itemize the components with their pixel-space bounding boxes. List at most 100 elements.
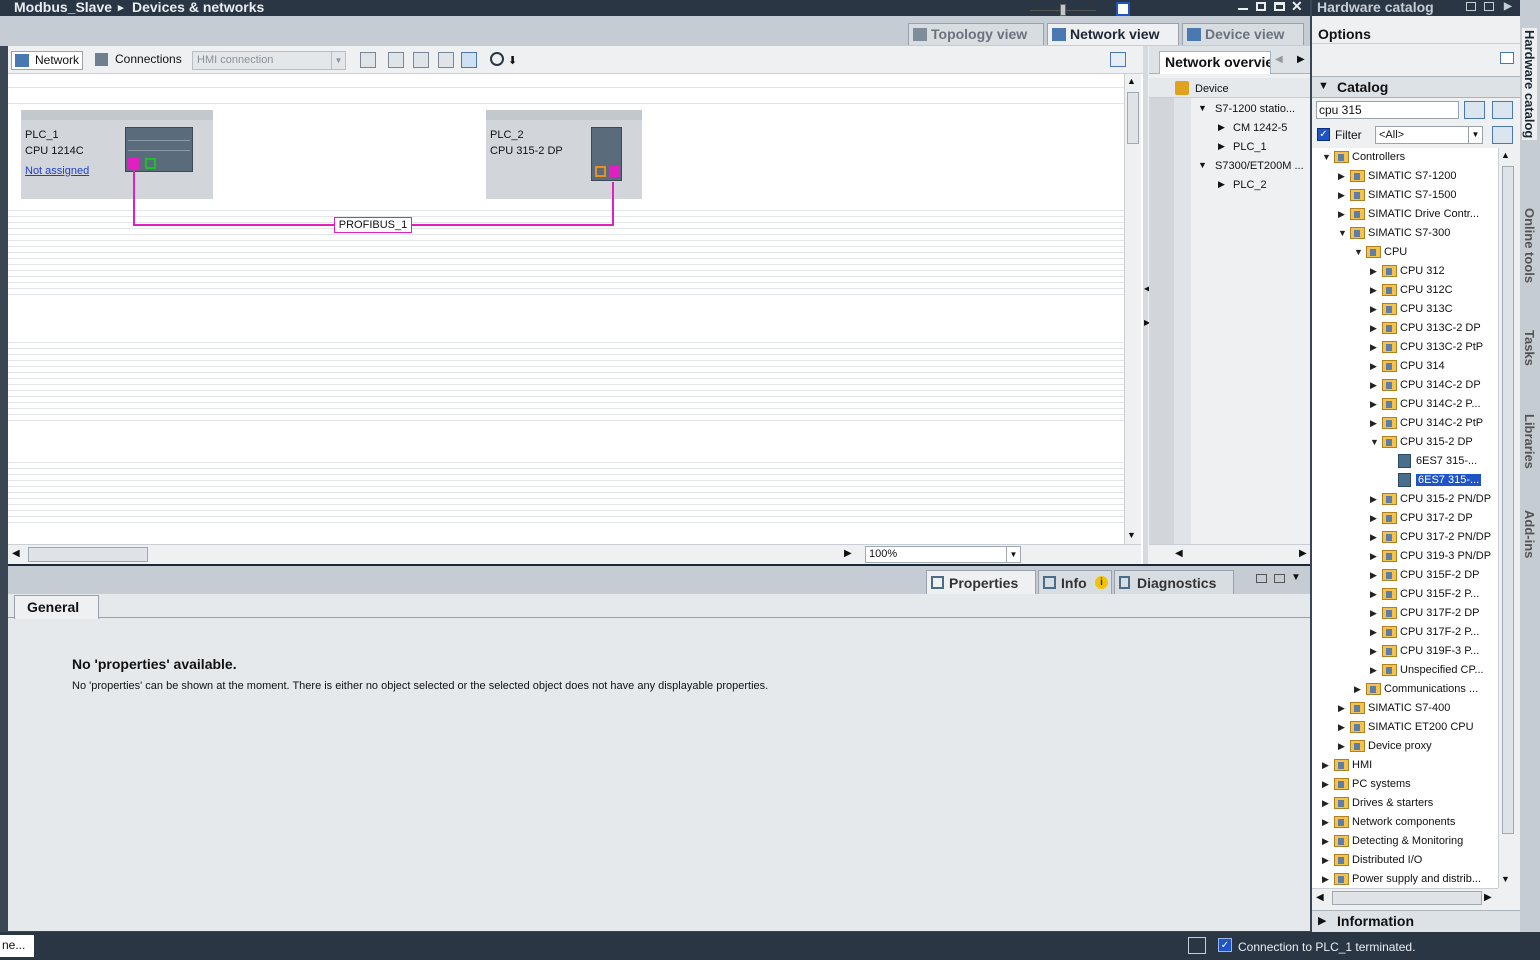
status-log-icon[interactable] xyxy=(1188,937,1206,954)
sidetab-libraries[interactable]: Libraries xyxy=(1522,414,1537,469)
catalog-tree-item[interactable]: ▶ SIMATIC ET200 CPU xyxy=(1312,718,1498,737)
tab-properties[interactable]: Properties xyxy=(926,570,1036,594)
catalog-tree-item[interactable]: ▶ CPU 317-2 PN/DP xyxy=(1312,528,1498,547)
caret-right-icon[interactable]: ▶ xyxy=(1322,874,1329,885)
tab-network-view[interactable]: Network view xyxy=(1047,23,1179,45)
caret-down-icon[interactable]: ▼ xyxy=(1322,152,1331,162)
caret-right-icon[interactable]: ▶ xyxy=(1370,399,1377,410)
page-break-icon[interactable] xyxy=(413,52,429,68)
catalog-tree-item[interactable]: ▼ CPU 315-2 DP xyxy=(1312,433,1498,452)
device-plc-2[interactable]: PLC_2 CPU 315-2 DP xyxy=(486,110,642,199)
caret-right-icon[interactable]: ▶ xyxy=(1370,380,1377,391)
catalog-hscroll[interactable]: ◀ ▶ xyxy=(1312,888,1498,908)
catalog-tree-item[interactable]: ▼ SIMATIC S7-300 xyxy=(1312,224,1498,243)
caret-right-icon[interactable]: ▶ xyxy=(1322,798,1329,809)
grid-icon[interactable] xyxy=(438,52,454,68)
horizontal-scroll-thumb[interactable] xyxy=(1332,891,1482,905)
catalog-tree-item[interactable]: ▶ CPU 314C-2 P... xyxy=(1312,395,1498,414)
caret-right-icon[interactable]: ▶ xyxy=(1370,608,1377,619)
catalog-tree-item[interactable]: ▶ Communications ... xyxy=(1312,680,1498,699)
caret-down-icon[interactable]: ▼ xyxy=(1354,247,1363,257)
catalog-tree-item[interactable]: ▶ CPU 317F-2 DP xyxy=(1312,604,1498,623)
catalog-tree-item[interactable]: ▶ CPU 319-3 PN/DP xyxy=(1312,547,1498,566)
horizontal-scroll-thumb[interactable] xyxy=(28,547,148,562)
catalog-tree-item[interactable]: ▼ CPU xyxy=(1312,243,1498,262)
caret-right-icon[interactable]: ▶ xyxy=(1370,342,1377,353)
catalog-tree-item[interactable]: ▶ CPU 319F-3 P... xyxy=(1312,642,1498,661)
overview-row[interactable]: ▶ PLC_2 xyxy=(1149,176,1310,195)
scroll-down-icon[interactable]: ▼ xyxy=(1127,530,1136,540)
search-up-icon[interactable] xyxy=(1492,101,1513,119)
minimize-icon[interactable] xyxy=(1238,8,1248,10)
maximize-icon[interactable] xyxy=(1274,2,1285,11)
catalog-tree-item[interactable]: ▶ SIMATIC S7-1500 xyxy=(1312,186,1498,205)
catalog-tree-item[interactable]: 6ES7 315-... xyxy=(1312,471,1498,490)
caret-right-icon[interactable]: ▶ xyxy=(1322,817,1329,828)
caret-right-icon[interactable]: ▶ xyxy=(1370,646,1377,657)
scroll-left-icon[interactable]: ◀ xyxy=(1175,548,1183,559)
catalog-tree-item[interactable]: ▶ CPU 314C-2 DP xyxy=(1312,376,1498,395)
caret-right-icon[interactable]: ▶ xyxy=(1370,361,1377,372)
scroll-right-icon[interactable]: ▶ xyxy=(844,548,852,559)
catalog-section-header[interactable]: ▼ Catalog xyxy=(1312,76,1520,98)
catalog-tree-item[interactable]: ▶ CPU 313C xyxy=(1312,300,1498,319)
caret-right-icon[interactable]: ▶ xyxy=(1370,532,1377,543)
catalog-vscroll[interactable]: ▲ ▼ xyxy=(1498,148,1516,888)
caret-right-icon[interactable]: ▶ xyxy=(1338,209,1345,220)
catalog-tree-item[interactable]: ▶ SIMATIC S7-1200 xyxy=(1312,167,1498,186)
float-icon[interactable] xyxy=(1256,574,1267,583)
caret-right-icon[interactable]: ▶ xyxy=(1354,684,1361,695)
filter-select[interactable]: <All> ▼ xyxy=(1375,126,1483,144)
sidetab-hardware-catalog[interactable]: Hardware catalog xyxy=(1522,28,1537,141)
catalog-tree-item[interactable]: ▶ CPU 315F-2 DP xyxy=(1312,566,1498,585)
device-plc-1[interactable]: PLC_1 CPU 1214C Not assigned xyxy=(21,110,213,199)
caret-right-icon[interactable]: ▶ xyxy=(1370,570,1377,581)
catalog-search-input[interactable]: cpu 315 xyxy=(1316,101,1459,119)
overview-row[interactable]: ▶ CM 1242-5 xyxy=(1149,119,1310,138)
catalog-tree-item[interactable]: ▶ CPU 313C-2 PtP xyxy=(1312,338,1498,357)
portal-view-button[interactable]: ne... xyxy=(0,935,34,957)
mpi-port-icon[interactable] xyxy=(595,166,606,177)
caret-right-icon[interactable]: ▶ xyxy=(1370,304,1377,315)
tab-device-view[interactable]: Device view xyxy=(1182,23,1304,45)
scroll-right-icon[interactable]: ▶ xyxy=(1484,892,1492,903)
caret-right-icon[interactable]: ▶ xyxy=(1370,285,1377,296)
caret-right-icon[interactable]: ▶ xyxy=(1322,760,1329,771)
scroll-up-icon[interactable]: ▲ xyxy=(1501,150,1510,160)
network-canvas[interactable]: PLC_1 CPU 1214C Not assigned PLC_2 CPU 3… xyxy=(8,74,1124,544)
catalog-options-icon[interactable] xyxy=(1492,126,1513,144)
catalog-tree-item[interactable]: ▶ CPU 315-2 PN/DP xyxy=(1312,490,1498,509)
connections-button[interactable]: Connections xyxy=(93,51,188,70)
canvas-vertical-scrollbar[interactable]: ▲ ▼ xyxy=(1124,74,1141,544)
tab-scroll-right-icon[interactable]: ▶ xyxy=(1297,54,1305,65)
catalog-tree-item[interactable]: ▶ Drives & starters xyxy=(1312,794,1498,813)
filter-checkbox[interactable]: ✓ xyxy=(1317,128,1330,141)
sidetab-tasks[interactable]: Tasks xyxy=(1522,330,1537,366)
caret-down-icon[interactable]: ▼ xyxy=(1338,228,1347,238)
tab-general[interactable]: General xyxy=(14,595,99,619)
catalog-tree-item[interactable]: ▶ SIMATIC Drive Contr... xyxy=(1312,205,1498,224)
caret-right-icon[interactable]: ▶ xyxy=(1370,665,1377,676)
tab-scroll-left-icon[interactable]: ◀ xyxy=(1275,54,1283,65)
scroll-left-icon[interactable]: ◀ xyxy=(1316,892,1324,903)
overview-row[interactable]: ▶ PLC_1 xyxy=(1149,138,1310,157)
overview-toggle-icon[interactable] xyxy=(1110,52,1126,67)
caret-right-icon[interactable]: ▶ xyxy=(1322,779,1329,790)
panel-toggle-icon[interactable] xyxy=(1500,52,1514,64)
caret-right-icon[interactable]: ▶ xyxy=(1322,836,1329,847)
scroll-thumb[interactable] xyxy=(1502,166,1514,834)
catalog-tree-item[interactable]: ▶ SIMATIC S7-400 xyxy=(1312,699,1498,718)
catalog-tree-item[interactable]: 6ES7 315-... xyxy=(1312,452,1498,471)
device-column-header[interactable]: Device xyxy=(1195,83,1229,95)
catalog-tree-item[interactable]: ▶ CPU 315F-2 P... xyxy=(1312,585,1498,604)
scroll-up-icon[interactable]: ▲ xyxy=(1127,76,1136,86)
caret-right-icon[interactable]: ▶ xyxy=(1338,741,1345,752)
catalog-tree-item[interactable]: ▶ Unspecified CP... xyxy=(1312,661,1498,680)
ethernet-port-icon[interactable] xyxy=(145,158,156,169)
scroll-thumb[interactable] xyxy=(1127,92,1139,144)
not-assigned-link[interactable]: Not assigned xyxy=(25,165,89,177)
profibus-label[interactable]: PROFIBUS_1 xyxy=(334,217,412,233)
catalog-tree-item[interactable]: ▶ Distributed I/O xyxy=(1312,851,1498,870)
catalog-tree-item[interactable]: ▶ CPU 317F-2 P... xyxy=(1312,623,1498,642)
restore-icon[interactable] xyxy=(1274,574,1285,583)
